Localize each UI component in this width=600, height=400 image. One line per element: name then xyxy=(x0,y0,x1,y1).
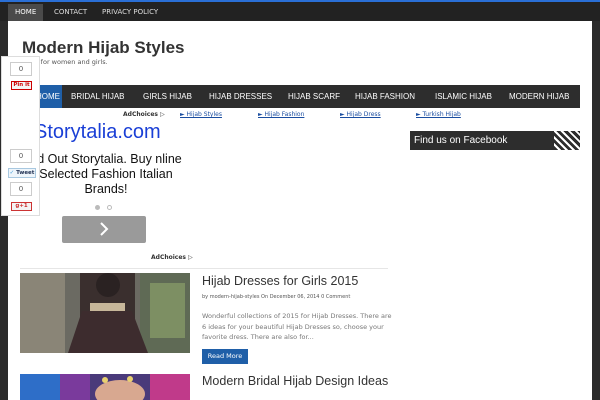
nav-item-modern-hijab[interactable]: MODERN HIJAB xyxy=(509,85,569,108)
ad-title[interactable]: Storytalia.com xyxy=(34,121,161,144)
nav-item-hijab-scarf[interactable]: HIJAB SCARF xyxy=(288,85,340,108)
twitter-bird-icon: ✓ xyxy=(9,170,15,176)
read-more-button[interactable]: Read More xyxy=(202,349,248,364)
post-title[interactable]: Modern Bridal Hijab Design Ideas xyxy=(202,374,392,388)
ad-link-hijab-styles[interactable]: ► Hijab Styles xyxy=(180,111,222,118)
tweet-count: 0 xyxy=(10,149,32,163)
post-thumbnail-image xyxy=(20,273,190,353)
main-nav: HOME BRIDAL HIJAB GIRLS HIJAB HIJAB DRES… xyxy=(22,85,580,108)
post-excerpt: Wonderful collections of 2015 for Hijab … xyxy=(202,312,392,341)
adchoices-label-bottom[interactable]: AdChoices ▷ xyxy=(151,254,193,261)
top-bar: HOME CONTACT PRIVACY POLICY xyxy=(0,0,600,21)
ad-link-turkish-hijab[interactable]: ► Turkish Hijab xyxy=(416,111,461,118)
google-plus-button[interactable]: g+1 xyxy=(11,202,32,211)
post-separator xyxy=(20,268,388,269)
site-title[interactable]: Modern Hijab Styles xyxy=(22,38,184,58)
page-wrapper: Modern Hijab Styles Hijab for women and … xyxy=(8,21,592,400)
pin-count: 0 xyxy=(10,62,32,76)
carousel-dot-active[interactable] xyxy=(95,205,100,210)
post-thumbnail[interactable] xyxy=(20,374,190,400)
carousel-dot[interactable] xyxy=(107,205,112,210)
tweet-button[interactable]: ✓ Tweet xyxy=(8,168,36,178)
ad-next-button[interactable] xyxy=(62,216,146,243)
tweet-label: Tweet xyxy=(16,170,35,176)
post-thumbnail[interactable] xyxy=(20,273,190,353)
pinterest-button[interactable]: Pin it xyxy=(11,81,32,90)
ad-link-hijab-dress[interactable]: ► Hijab Dress xyxy=(340,111,381,118)
gplus-count: 0 xyxy=(10,182,32,196)
topbar-home-link[interactable]: HOME xyxy=(8,4,44,21)
facebook-widget-heading: Find us on Facebook xyxy=(410,131,580,150)
nav-item-islamic-hijab[interactable]: ISLAMIC HIJAB xyxy=(435,85,492,108)
post-meta: by modern-hijab-styles On December 06, 2… xyxy=(202,294,351,300)
nav-item-bridal-hijab[interactable]: BRIDAL HIJAB xyxy=(71,85,125,108)
topbar-privacy-link[interactable]: PRIVACY POLICY xyxy=(95,4,165,21)
nav-item-hijab-dresses[interactable]: HIJAB DRESSES xyxy=(209,85,272,108)
social-share-bar: 0 Pin it 0 ✓ Tweet 0 g+1 xyxy=(1,56,40,216)
post-thumbnail-image xyxy=(20,374,190,400)
nav-item-girls-hijab[interactable]: GIRLS HIJAB xyxy=(143,85,192,108)
post-title[interactable]: Hijab Dresses for Girls 2015 xyxy=(202,274,392,288)
topbar-contact-link[interactable]: CONTACT xyxy=(47,4,94,21)
chevron-right-icon xyxy=(100,222,109,236)
ad-link-hijab-fashion[interactable]: ► Hijab Fashion xyxy=(258,111,304,118)
ad-text[interactable]: nd Out Storytalia. Buy nline Selected Fa… xyxy=(18,152,194,197)
facebook-heading-text: Find us on Facebook xyxy=(414,135,508,146)
heading-stripes xyxy=(554,131,580,150)
adchoices-label[interactable]: AdChoices ▷ xyxy=(123,111,165,118)
nav-item-hijab-fashion[interactable]: HIJAB FASHION xyxy=(355,85,415,108)
